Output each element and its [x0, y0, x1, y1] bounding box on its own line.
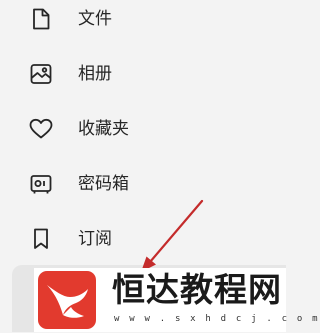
sidebar-item-label: 相册 — [78, 64, 112, 84]
sidebar-item-photos[interactable]: 相册 — [0, 53, 286, 97]
heart-icon — [28, 116, 54, 142]
sidebar-item-label: 文件 — [78, 9, 112, 29]
watermark-banner: 恒达教程网 w w w . s x h d c j . c o m — [34, 268, 318, 332]
sidebar-item-favorites[interactable]: 收藏夹 — [0, 108, 286, 152]
sidebar-item-label: 密码箱 — [78, 174, 129, 194]
watermark-title: 恒达教程网 — [112, 270, 282, 309]
file-icon — [28, 6, 54, 32]
watermark-url: w w w . s x h d c j . c o m — [114, 314, 320, 324]
photo-album-icon — [28, 61, 54, 87]
sidebar-item-label: 订阅 — [78, 229, 112, 249]
sidebar-item-vault[interactable]: 密码箱 — [0, 163, 286, 207]
sidebar-item-label: 收藏夹 — [78, 119, 129, 139]
sidebar-item-files[interactable]: 文件 — [0, 0, 286, 42]
bookmark-icon — [28, 226, 54, 252]
fox-tail-logo — [38, 271, 96, 329]
sidebar-item-subscriptions[interactable]: 订阅 — [0, 218, 286, 262]
vault-icon — [28, 171, 54, 197]
